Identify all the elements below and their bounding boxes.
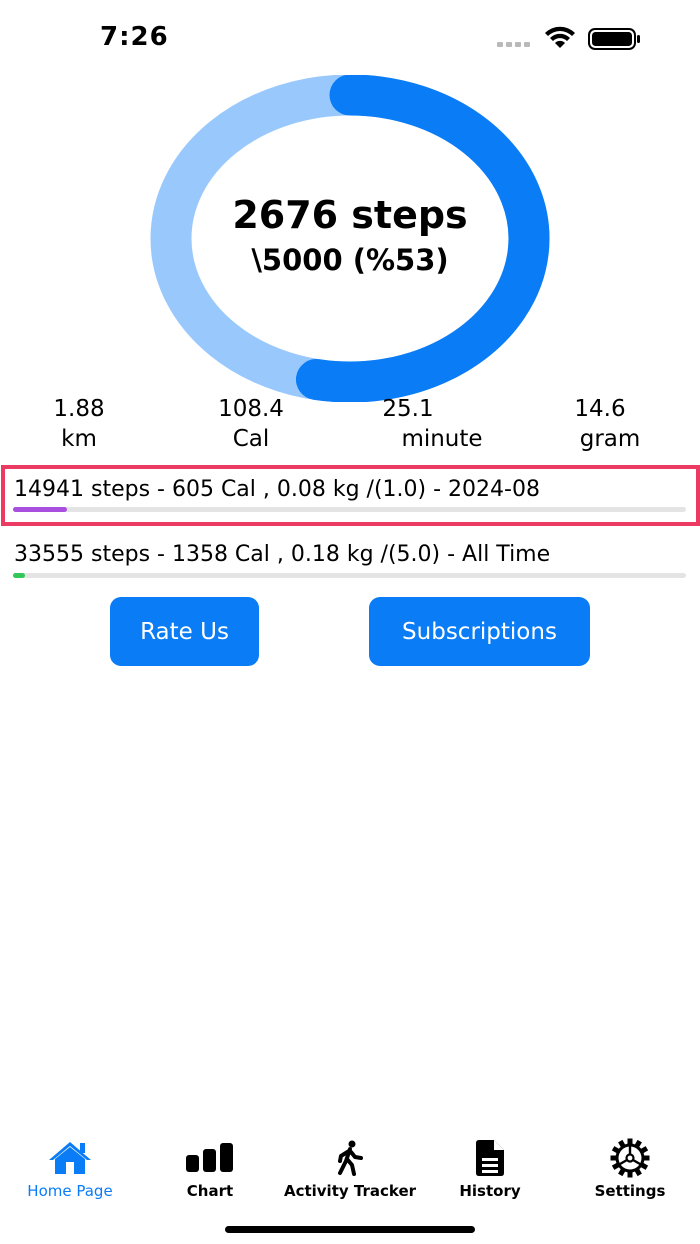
stat-weight-value: 14.6 [574, 396, 626, 422]
progress-fill-monthly [13, 507, 67, 512]
document-icon [476, 1140, 504, 1176]
tab-history-label: History [459, 1182, 521, 1200]
step-progress-ring: 2676 steps \5000 (%53) [150, 75, 550, 402]
stat-time-unit: minute [401, 426, 483, 452]
house-icon [49, 1142, 91, 1174]
stat-weight: 14.6 gram [545, 394, 675, 454]
chart-bars-icon [186, 1143, 233, 1172]
steps-goal: \5000 (%53) [251, 242, 449, 277]
stat-calories-unit: Cal [232, 426, 270, 452]
gear-icon [610, 1138, 650, 1178]
tab-activity-tracker-label: Activity Tracker [283, 1182, 417, 1200]
home-indicator [225, 1226, 475, 1233]
stat-time-value: 25.1 [382, 396, 434, 422]
tab-home[interactable]: Home Page [0, 1135, 140, 1205]
cellular-signal-icon [497, 42, 530, 47]
stat-time: 25.1 minute [353, 394, 483, 454]
progress-track-monthly [13, 507, 686, 512]
tab-bar: Home Page Chart Activity Tracker History… [0, 1135, 700, 1215]
status-bar: 7:26 [0, 0, 700, 80]
tab-home-label: Home Page [27, 1182, 113, 1200]
stat-weight-unit: gram [579, 426, 641, 452]
battery-icon [588, 28, 640, 50]
progress-track-all-time [13, 573, 686, 578]
tab-chart-label: Chart [186, 1182, 234, 1200]
tab-settings-label: Settings [594, 1182, 666, 1200]
stat-distance-value: 1.88 [53, 396, 105, 422]
progress-row-monthly-label: 14941 steps - 605 Cal , 0.08 kg /(1.0) -… [14, 477, 540, 502]
stat-distance-unit: km [61, 426, 97, 452]
walking-figure-icon [338, 1140, 363, 1176]
tab-settings[interactable]: Settings [560, 1135, 700, 1205]
status-time: 7:26 [100, 22, 169, 52]
steps-count: 2676 steps [232, 192, 468, 237]
wifi-icon [545, 26, 575, 48]
stat-calories-value: 108.4 [218, 396, 284, 422]
progress-row-all-time-label: 33555 steps - 1358 Cal , 0.18 kg /(5.0) … [14, 542, 551, 567]
stat-distance: 1.88 km [14, 394, 144, 454]
rate-us-button[interactable]: Rate Us [110, 597, 259, 666]
stat-calories: 108.4 Cal [186, 394, 316, 454]
tab-activity-tracker[interactable]: Activity Tracker [280, 1135, 420, 1205]
tab-chart[interactable]: Chart [140, 1135, 280, 1205]
subscriptions-button[interactable]: Subscriptions [369, 597, 590, 666]
tab-history[interactable]: History [420, 1135, 560, 1205]
progress-fill-all-time [13, 573, 26, 578]
